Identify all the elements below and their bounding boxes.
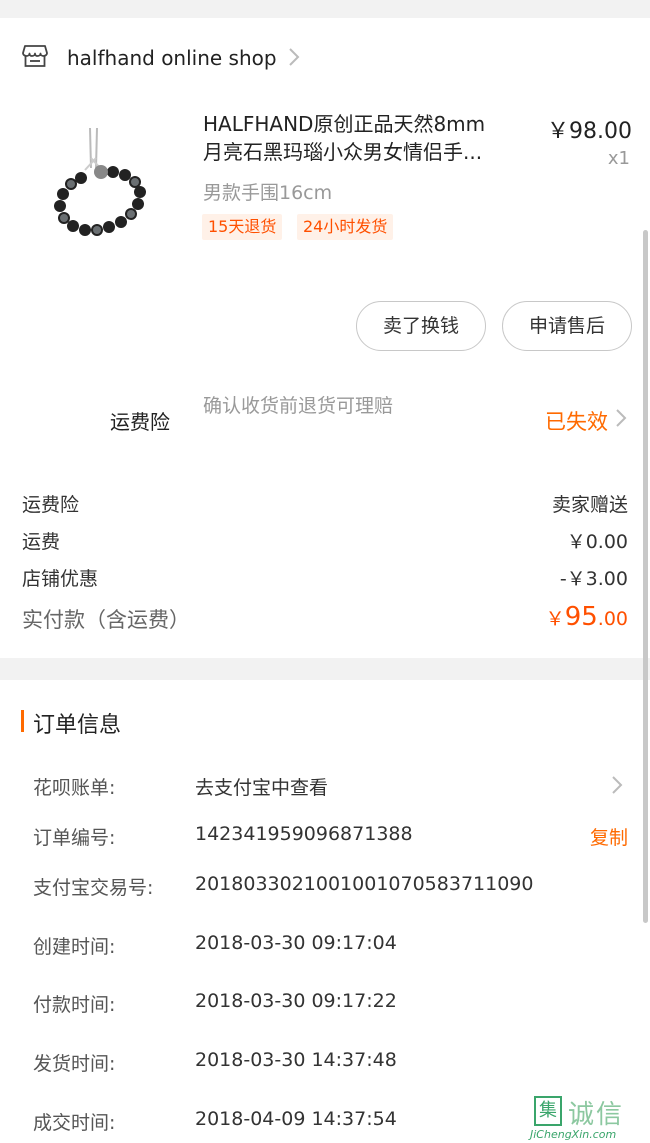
chevron-right-icon: [289, 48, 300, 66]
order-item-card: halfhand online shop HALFHAND原创正品天然8mm 月…: [0, 18, 650, 658]
shop-name[interactable]: halfhand online shop: [67, 46, 277, 70]
total-value: ￥95.00: [546, 602, 628, 632]
fee-label: 店铺优惠: [22, 568, 99, 590]
order-info-card: 订单信息 花呗账单: 去支付宝中查看 订单编号: 142341959096871…: [0, 680, 650, 1143]
watermark-cn: 诚信: [568, 1100, 625, 1130]
watermark-en: JiChengXin.com: [530, 1128, 617, 1141]
product-sku: 男款手围16cm: [203, 182, 333, 204]
shipping-insurance-label: 运费险: [110, 410, 170, 434]
product-price: ￥98.00: [547, 119, 632, 144]
info-value: 2018033021001001070583711090: [195, 873, 534, 895]
shipping-insurance-status[interactable]: 已失效: [545, 406, 608, 436]
product-title-line1: HALFHAND原创正品天然8mm: [203, 112, 486, 136]
total-row: 实付款（含运费） ￥95.00: [22, 602, 628, 638]
watermark-logo: 集 诚信 JiChengXin.com: [530, 1092, 650, 1143]
after-sale-button[interactable]: 申请售后: [502, 301, 632, 351]
info-row-alipay-trade: 支付宝交易号: 2018033021001001070583711090: [33, 873, 628, 903]
section-accent-bar: [21, 710, 24, 732]
fee-value: 卖家赠送: [551, 494, 628, 516]
shop-header[interactable]: halfhand online shop: [0, 38, 650, 78]
tag-return: 15天退货: [202, 214, 283, 240]
fee-row-insurance: 运费险 卖家赠送: [22, 490, 628, 520]
product-quantity: x1: [607, 148, 630, 169]
total-label: 实付款（含运费）: [22, 608, 190, 632]
info-value: 2018-03-30 14:37:48: [195, 1049, 397, 1071]
shipping-insurance-desc: 确认收货前退货可理赔: [203, 395, 394, 417]
product-thumbnail[interactable]: [45, 128, 160, 253]
product-title[interactable]: HALFHAND原创正品天然8mm 月亮石黑玛瑙小众男女情侣手...: [203, 110, 533, 166]
info-row-shipped: 发货时间: 2018-03-30 14:37:48: [33, 1049, 628, 1079]
copy-button[interactable]: 复制: [590, 823, 628, 850]
total-decimal: .00: [597, 608, 628, 630]
tag-shipping: 24小时发货: [297, 214, 394, 240]
info-value: 2018-03-30 09:17:22: [195, 990, 397, 1012]
info-key: 订单编号:: [33, 827, 116, 849]
fee-row-discount: 店铺优惠 -￥3.00: [22, 564, 628, 594]
info-key: 支付宝交易号:: [33, 877, 154, 899]
info-value: 2018-03-30 09:17:04: [195, 932, 397, 954]
info-key: 花呗账单:: [33, 777, 116, 799]
info-key: 发货时间:: [33, 1053, 116, 1075]
watermark-box: 集: [534, 1096, 562, 1126]
sell-button[interactable]: 卖了换钱: [356, 301, 486, 351]
fee-label: 运费险: [22, 494, 80, 516]
info-value: 2018-04-09 14:37:54: [195, 1108, 397, 1130]
fee-row-shipping: 运费 ￥0.00: [22, 527, 628, 557]
store-icon: [22, 45, 48, 67]
total-integer: 95: [564, 602, 598, 632]
fee-label: 运费: [22, 531, 61, 553]
info-row-created: 创建时间: 2018-03-30 09:17:04: [33, 932, 628, 962]
info-key: 成交时间:: [33, 1112, 116, 1134]
info-key: 创建时间:: [33, 936, 116, 958]
chevron-right-icon: [612, 776, 623, 794]
info-value: 142341959096871388: [195, 823, 413, 845]
order-info-title: 订单信息: [33, 713, 122, 738]
chevron-right-icon[interactable]: [614, 406, 628, 430]
info-row-paid: 付款时间: 2018-03-30 09:17:22: [33, 990, 628, 1020]
top-strip: [0, 0, 650, 18]
info-row-order-number: 订单编号: 142341959096871388 复制: [33, 823, 628, 853]
product-title-line2: 月亮石黑玛瑙小众男女情侣手...: [203, 140, 483, 164]
fee-value: -￥3.00: [559, 568, 628, 590]
info-row-huabei[interactable]: 花呗账单: 去支付宝中查看: [33, 773, 628, 803]
scrollbar[interactable]: [643, 230, 648, 923]
total-currency: ￥: [545, 608, 565, 630]
info-key: 付款时间:: [33, 994, 116, 1016]
info-value: 去支付宝中查看: [195, 777, 329, 799]
fee-value: ￥0.00: [566, 531, 628, 553]
